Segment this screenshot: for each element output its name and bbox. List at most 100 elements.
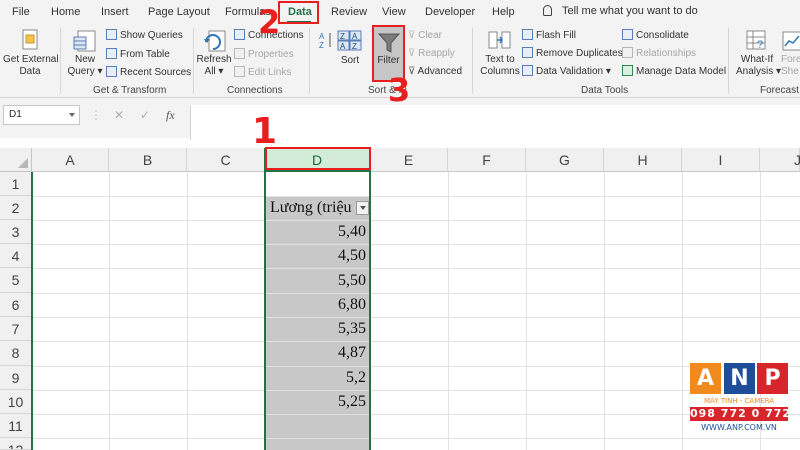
sort-button[interactable]: Sort [336, 55, 364, 67]
grid-line [526, 172, 527, 450]
insert-function-icon[interactable]: fx [166, 108, 175, 123]
recent-sources-icon [106, 66, 117, 77]
recent-sources-button[interactable]: Recent Sources [106, 66, 191, 79]
formula-input[interactable] [190, 105, 800, 140]
watermark-website: WWW.ANP.COM.VN [701, 423, 777, 432]
tab-page-layout[interactable]: Page Layout [148, 6, 210, 18]
what-if-analysis-icon[interactable]: ? [745, 28, 769, 52]
advanced-button[interactable]: ⊽ Advanced [408, 66, 462, 78]
name-box-dropdown-icon[interactable] [69, 113, 75, 117]
data-validation-button[interactable]: Data Validation ▾ [522, 65, 611, 78]
enter-icon[interactable]: ✓ [140, 108, 150, 122]
row-header-7[interactable]: 7 [0, 317, 32, 341]
forecast-sheet-button[interactable]: Fore She [781, 54, 800, 78]
get-external-data-icon[interactable] [20, 29, 42, 53]
row-header-2[interactable]: 2 [0, 196, 32, 220]
what-if-label-2: Analysis ▾ [736, 66, 782, 77]
column-header-b[interactable]: B [109, 148, 187, 172]
get-external-data-button[interactable]: Get External Data [3, 54, 59, 78]
from-table-button[interactable]: From Table [106, 48, 170, 61]
sort-icon[interactable]: Z A A Z [337, 30, 363, 52]
row-header-3[interactable]: 3 [0, 220, 32, 244]
tab-review[interactable]: Review [331, 6, 367, 18]
column-header-e[interactable]: E [370, 148, 448, 172]
dots-icon: ⋮ [90, 108, 102, 122]
forecast-label-2: She [781, 66, 799, 77]
worksheet-grid[interactable] [0, 148, 800, 450]
cancel-icon[interactable]: ✕ [114, 108, 124, 122]
tab-help[interactable]: Help [492, 6, 515, 18]
what-if-label-1: What-If [740, 54, 774, 65]
grid-line [32, 390, 800, 391]
grid-line [32, 414, 800, 415]
flash-fill-button[interactable]: Flash Fill [522, 29, 576, 42]
grid-line [32, 268, 800, 269]
properties-icon [234, 48, 245, 59]
watermark-phone: 098 772 0 772 [690, 407, 792, 421]
grid-line [32, 341, 800, 342]
refresh-all-button[interactable]: Refresh All ▾ [196, 54, 232, 78]
row-header-4[interactable]: 4 [0, 244, 32, 268]
remove-duplicates-button[interactable]: Remove Duplicates [522, 47, 623, 60]
tab-view[interactable]: View [382, 6, 406, 18]
data-model-icon [622, 65, 633, 76]
tab-home[interactable]: Home [51, 6, 80, 18]
row-header-1[interactable]: 1 [0, 172, 32, 196]
consolidate-button[interactable]: Consolidate [622, 29, 689, 42]
reapply-button[interactable]: ⊽ Reapply [408, 48, 455, 60]
grid-line [32, 317, 800, 318]
tell-me-box[interactable]: Tell me what you want to do [543, 5, 698, 17]
text-to-columns-button[interactable]: Text to Columns [478, 54, 522, 78]
column-d-header-underline [264, 170, 371, 172]
tab-insert[interactable]: Insert [101, 6, 129, 18]
column-header-j[interactable]: J [760, 148, 800, 172]
row-header-11[interactable]: 11 [0, 414, 32, 438]
new-query-button[interactable]: New Query ▾ [64, 54, 106, 78]
edit-links-button[interactable]: Edit Links [234, 66, 291, 79]
group-get-transform: Get & Transform [93, 85, 167, 96]
what-if-analysis-button[interactable]: What-If Analysis ▾ [736, 54, 782, 78]
watermark-letter-p: P [757, 363, 788, 394]
row-header-selection-edge [31, 172, 33, 450]
ribbon-separator [309, 28, 310, 94]
select-all-triangle-icon [18, 158, 28, 168]
step-1-label: 1 [252, 111, 278, 152]
relationships-icon [622, 47, 633, 58]
grid-line [448, 172, 449, 450]
name-box-value: D1 [9, 109, 22, 120]
row-header-6[interactable]: 6 [0, 293, 32, 317]
row-header-9[interactable]: 9 [0, 366, 32, 390]
relationships-button[interactable]: Relationships [622, 47, 696, 60]
row-header-8[interactable]: 8 [0, 341, 32, 366]
edit-links-icon [234, 66, 245, 77]
group-forecast: Forecast [760, 85, 799, 96]
new-query-icon[interactable] [72, 28, 98, 54]
ribbon-separator [193, 28, 194, 94]
row-header-12[interactable]: 12 [0, 438, 32, 450]
column-header-i[interactable]: I [682, 148, 760, 172]
text-to-columns-icon[interactable] [487, 28, 513, 52]
row-header-5[interactable]: 5 [0, 268, 32, 293]
manage-data-model-button[interactable]: Manage Data Model [622, 65, 726, 78]
svg-text:Z: Z [319, 41, 324, 49]
name-box[interactable]: D1 [3, 105, 80, 125]
column-header-a[interactable]: A [32, 148, 109, 172]
column-header-f[interactable]: F [448, 148, 526, 172]
grid-line [109, 172, 110, 450]
column-header-h[interactable]: H [604, 148, 682, 172]
refresh-all-icon[interactable] [202, 28, 228, 54]
data-validation-icon [522, 65, 533, 76]
row-header-10[interactable]: 10 [0, 390, 32, 414]
show-queries-button[interactable]: Show Queries [106, 29, 183, 42]
properties-button[interactable]: Properties [234, 48, 294, 61]
sort-az-small-icon[interactable]: A Z [318, 31, 334, 49]
clear-button[interactable]: ⊽ Clear [408, 30, 442, 42]
forecast-sheet-icon[interactable] [782, 30, 800, 52]
annotation-box-column-d [265, 147, 371, 170]
column-header-g[interactable]: G [526, 148, 604, 172]
tab-developer[interactable]: Developer [425, 6, 475, 18]
select-all-button[interactable] [0, 148, 32, 172]
anp-watermark: A N P MÁY TÍNH - CAMERA 098 772 0 772 WW… [690, 363, 792, 437]
new-query-label-2: Query ▾ [67, 66, 103, 77]
tab-file[interactable]: File [12, 6, 30, 18]
